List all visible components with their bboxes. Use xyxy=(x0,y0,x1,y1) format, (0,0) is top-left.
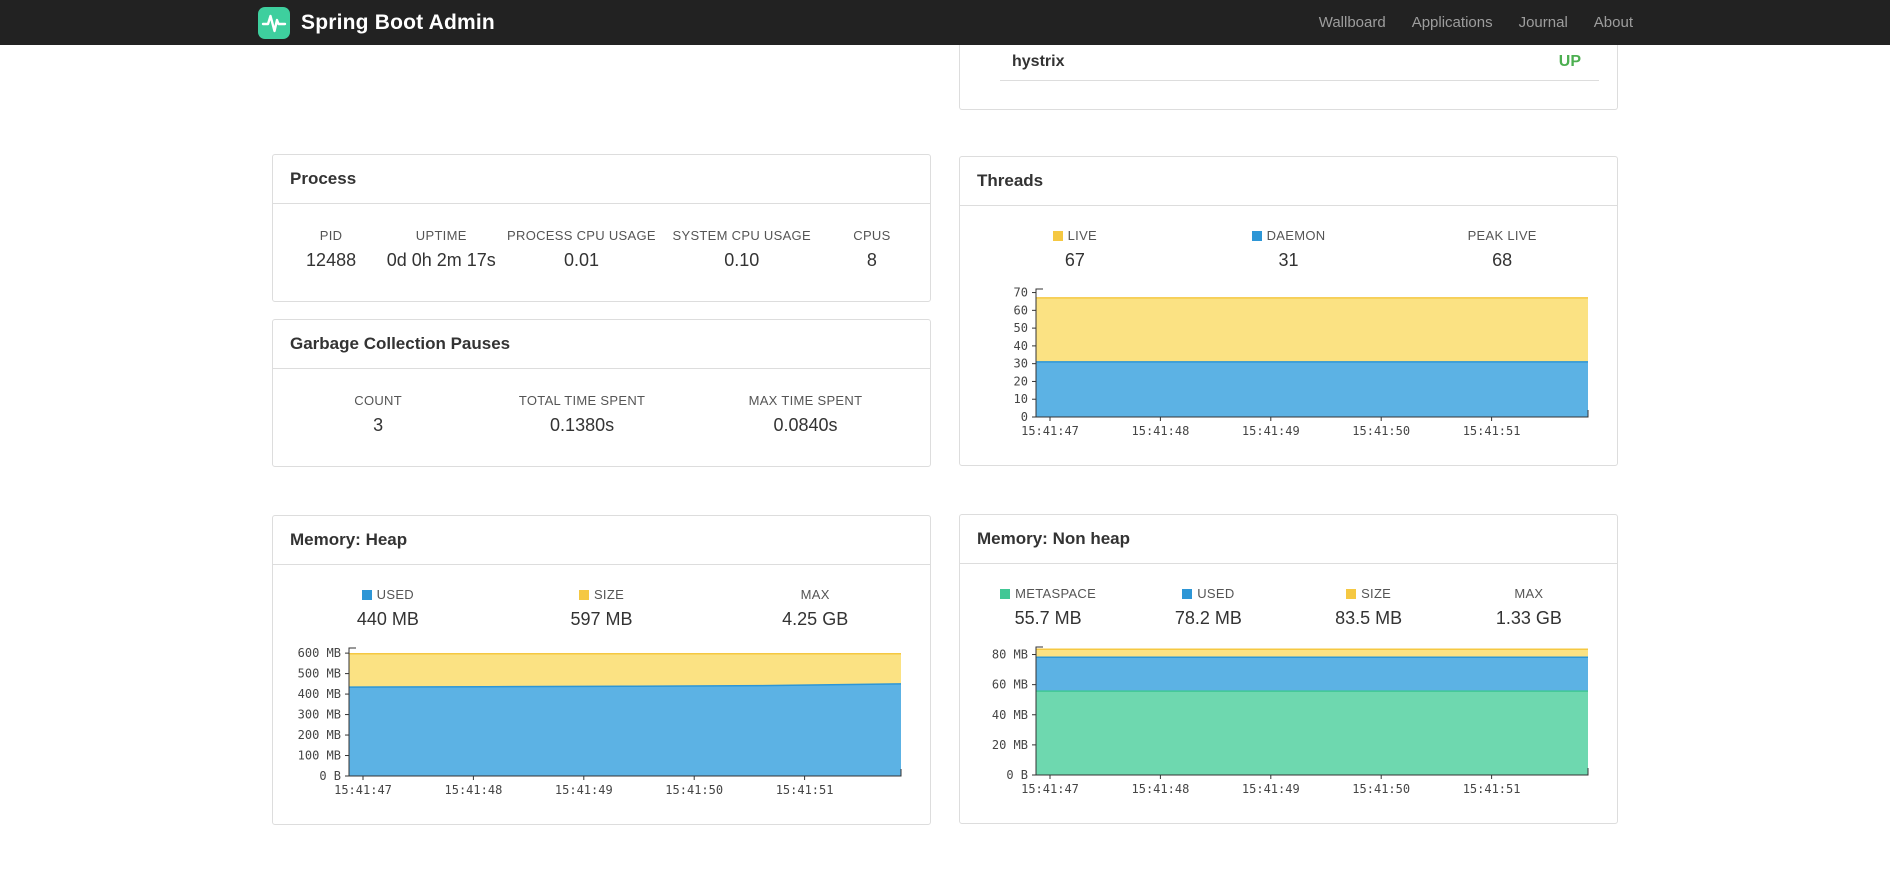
stat-peak-live: PEAK LIVE 68 xyxy=(1467,228,1537,270)
memory-nonheap-panel-title: Memory: Non heap xyxy=(960,515,1617,564)
content: Process PID 12488 UPTIME 0d 0h 2m 17s PR… xyxy=(272,45,1618,825)
stat-heap-size: SIZE 597 MB xyxy=(570,587,633,629)
threads-panel: Threads LIVE 67 DAEMON 31 PEAK LIVE 68 0… xyxy=(959,156,1618,466)
stat-system-cpu-usage: SYSTEM CPU USAGE 0.10 xyxy=(672,228,811,270)
svg-text:15:41:48: 15:41:48 xyxy=(1132,782,1190,796)
svg-text:400 MB: 400 MB xyxy=(298,687,341,701)
svg-text:15:41:48: 15:41:48 xyxy=(1132,424,1190,438)
svg-text:15:41:47: 15:41:47 xyxy=(1021,424,1079,438)
stat-nonheap-size: SIZE 83.5 MB xyxy=(1335,586,1403,628)
memory-heap-panel-title: Memory: Heap xyxy=(273,516,930,565)
left-top-spacer xyxy=(272,45,931,154)
legend-swatch-live xyxy=(1052,231,1063,241)
stat-uptime: UPTIME 0d 0h 2m 17s xyxy=(386,228,496,270)
memory-nonheap-legend: METASPACE 55.7 MB USED 78.2 MB SIZE 83.5… xyxy=(960,564,1617,639)
svg-text:15:41:48: 15:41:48 xyxy=(445,783,503,797)
stat-gc-max-time: MAX TIME SPENT 0.0840s xyxy=(748,393,863,435)
spring-boot-admin-logo-icon xyxy=(257,6,291,40)
legend-swatch-metaspace xyxy=(1000,589,1011,599)
health-row-hystrix: hystrix UP xyxy=(960,45,1617,80)
gc-panel-title: Garbage Collection Pauses xyxy=(273,320,930,369)
svg-text:500 MB: 500 MB xyxy=(298,667,341,681)
memory-heap-chart: 0 B 100 MB 200 MB 300 MB 400 MB 500 MB 600 MB 1… xyxy=(298,646,902,797)
stat-cpus: CPUS 8 xyxy=(853,228,891,270)
svg-text:80 MB: 80 MB xyxy=(992,648,1028,662)
threads-chart: 0 10 20 30 40 50 60 70 15:41:47 15:41:48 15:41:49 1… xyxy=(1014,286,1589,438)
svg-text:15:41:47: 15:41:47 xyxy=(334,783,392,797)
svg-text:15:41:49: 15:41:49 xyxy=(1242,782,1300,796)
svg-text:15:41:51: 15:41:51 xyxy=(776,783,834,797)
svg-text:15:41:49: 15:41:49 xyxy=(1242,424,1300,438)
legend-swatch-heap-used xyxy=(361,590,372,600)
right-column: hystrix UP Threads LIVE 67 DAEMON 31 PEA… xyxy=(959,45,1618,824)
threads-legend: LIVE 67 DAEMON 31 PEAK LIVE 68 xyxy=(960,206,1617,281)
memory-nonheap-chart: 0 B 20 MB 40 MB 60 MB 80 MB 15:41:47 15:41:48 1… xyxy=(992,646,1589,796)
gc-stats: COUNT 3 TOTAL TIME SPENT 0.1380s MAX TIM… xyxy=(273,369,930,466)
svg-text:30: 30 xyxy=(1014,357,1028,371)
gc-panel: Garbage Collection Pauses COUNT 3 TOTAL … xyxy=(272,319,931,467)
svg-text:15:41:50: 15:41:50 xyxy=(1352,424,1410,438)
svg-text:20 MB: 20 MB xyxy=(992,738,1028,752)
svg-text:600 MB: 600 MB xyxy=(298,646,341,660)
svg-text:15:41:51: 15:41:51 xyxy=(1463,424,1521,438)
brand-link[interactable]: Spring Boot Admin xyxy=(257,6,495,40)
svg-text:0 B: 0 B xyxy=(1006,768,1028,782)
process-stats: PID 12488 UPTIME 0d 0h 2m 17s PROCESS CP… xyxy=(273,204,930,301)
svg-text:40: 40 xyxy=(1014,339,1028,353)
navbar: Spring Boot Admin Wallboard Applications… xyxy=(0,0,1890,45)
memory-heap-legend: USED 440 MB SIZE 597 MB MAX 4.25 GB xyxy=(273,565,930,640)
stat-nonheap-max: MAX 1.33 GB xyxy=(1495,586,1562,628)
memory-nonheap-panel: Memory: Non heap METASPACE 55.7 MB USED … xyxy=(959,514,1618,824)
svg-text:100 MB: 100 MB xyxy=(298,749,341,763)
svg-text:0 B: 0 B xyxy=(319,769,341,783)
navbar-inner: Spring Boot Admin Wallboard Applications… xyxy=(257,0,1633,45)
stat-nonheap-used: USED 78.2 MB xyxy=(1174,586,1242,628)
process-panel: Process PID 12488 UPTIME 0d 0h 2m 17s PR… xyxy=(272,154,931,302)
svg-text:50: 50 xyxy=(1014,321,1028,335)
svg-text:15:41:47: 15:41:47 xyxy=(1021,782,1079,796)
svg-text:70: 70 xyxy=(1014,286,1028,300)
nav-item-wallboard[interactable]: Wallboard xyxy=(1319,14,1386,31)
health-panel-fragment: hystrix UP xyxy=(959,45,1618,110)
process-panel-title: Process xyxy=(273,155,930,204)
health-status-badge: UP xyxy=(1558,53,1581,70)
nav-item-about[interactable]: About xyxy=(1594,14,1633,31)
brand-title: Spring Boot Admin xyxy=(301,10,495,34)
legend-swatch-nonheap-size xyxy=(1346,589,1357,599)
svg-text:20: 20 xyxy=(1014,374,1028,388)
stat-process-cpu-usage: PROCESS CPU USAGE 0.01 xyxy=(507,228,656,270)
svg-text:40 MB: 40 MB xyxy=(992,708,1028,722)
svg-text:10: 10 xyxy=(1014,392,1028,406)
svg-text:15:41:49: 15:41:49 xyxy=(555,783,613,797)
stat-pid: PID 12488 xyxy=(306,228,357,270)
stat-gc-count: COUNT 3 xyxy=(354,393,402,435)
memory-heap-panel: Memory: Heap USED 440 MB SIZE 597 MB MAX… xyxy=(272,515,931,825)
health-service-name: hystrix xyxy=(1012,53,1065,70)
svg-text:15:41:51: 15:41:51 xyxy=(1463,782,1521,796)
svg-text:15:41:50: 15:41:50 xyxy=(665,783,723,797)
left-column: Process PID 12488 UPTIME 0d 0h 2m 17s PR… xyxy=(272,45,931,825)
threads-panel-title: Threads xyxy=(960,157,1617,206)
svg-text:60: 60 xyxy=(1014,303,1028,317)
stat-daemon: DAEMON 31 xyxy=(1182,228,1396,271)
legend-swatch-heap-size xyxy=(578,590,589,600)
svg-text:0: 0 xyxy=(1021,410,1028,424)
stat-live: LIVE 67 xyxy=(968,228,1182,271)
stat-heap-used: USED 440 MB xyxy=(356,587,419,629)
svg-text:15:41:50: 15:41:50 xyxy=(1352,782,1410,796)
svg-text:300 MB: 300 MB xyxy=(298,708,341,722)
svg-text:200 MB: 200 MB xyxy=(298,728,341,742)
nav-links: Wallboard Applications Journal About xyxy=(1293,14,1633,31)
stat-metaspace: METASPACE 55.7 MB xyxy=(968,586,1128,629)
svg-text:60 MB: 60 MB xyxy=(992,678,1028,692)
legend-swatch-daemon xyxy=(1251,231,1262,241)
stat-heap-max: MAX 4.25 GB xyxy=(782,587,849,629)
nav-item-journal[interactable]: Journal xyxy=(1519,14,1568,31)
nav-item-applications[interactable]: Applications xyxy=(1412,14,1493,31)
legend-swatch-nonheap-used xyxy=(1182,589,1193,599)
stat-gc-total-time: TOTAL TIME SPENT 0.1380s xyxy=(518,393,646,435)
